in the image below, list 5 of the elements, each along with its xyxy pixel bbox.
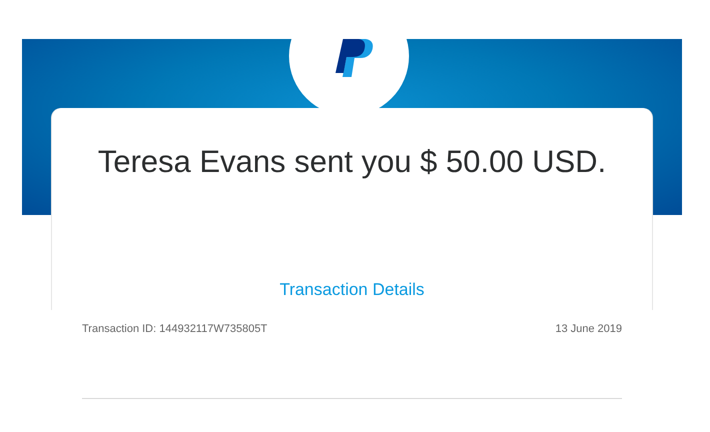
payment-headline: Teresa Evans sent you $ 50.00 USD.	[98, 144, 606, 180]
logo-icon	[334, 39, 376, 77]
transaction-id: Transaction ID: 144932117W735805T	[82, 323, 268, 335]
transaction-details-link[interactable]: Transaction Details	[280, 280, 424, 300]
transaction-date: 13 June 2019	[555, 323, 622, 335]
